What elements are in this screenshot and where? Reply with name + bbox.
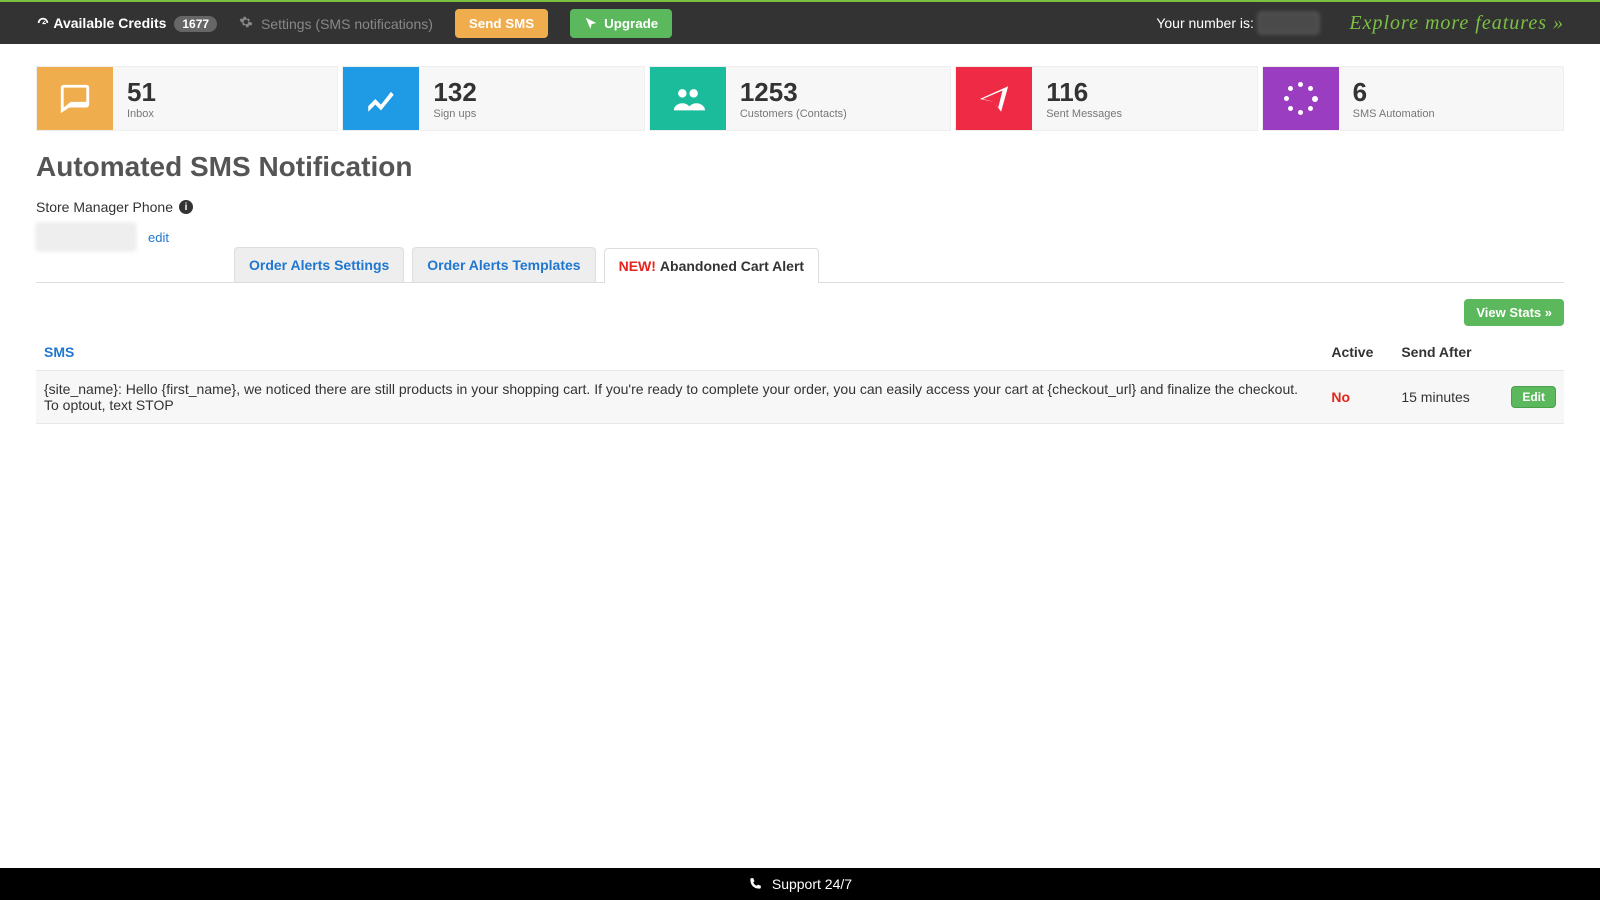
stat-card-automation[interactable]: 6 SMS Automation xyxy=(1262,66,1564,131)
topbar-left: Available Credits 1677 Settings (SMS not… xyxy=(36,9,672,38)
settings-label: Settings (SMS notifications) xyxy=(261,16,433,32)
stat-label: Customers (Contacts) xyxy=(740,108,847,120)
your-number: Your number is: ******** xyxy=(1156,12,1319,34)
tabs: Order Alerts Settings Order Alerts Templ… xyxy=(36,247,1564,283)
topbar-right: Your number is: ******** Explore more fe… xyxy=(1156,12,1564,35)
trend-icon xyxy=(343,67,419,130)
stat-label: SMS Automation xyxy=(1353,108,1435,120)
stat-value: 1253 xyxy=(740,77,847,108)
tab-abandoned-cart-alert[interactable]: NEW!Abandoned Cart Alert xyxy=(604,248,819,283)
phone-icon xyxy=(748,876,766,892)
upgrade-label: Upgrade xyxy=(604,16,658,31)
chat-icon xyxy=(37,67,113,130)
stat-label: Inbox xyxy=(127,108,156,120)
store-phone-value: ********** xyxy=(36,223,136,251)
main-content: 51 Inbox 132 Sign ups 1253 Customers (Co… xyxy=(0,44,1600,424)
stat-value: 116 xyxy=(1046,77,1122,108)
settings-link[interactable]: Settings (SMS notifications) xyxy=(239,15,433,32)
stat-value: 51 xyxy=(127,77,156,108)
stat-value: 132 xyxy=(433,77,476,108)
tab-order-alerts-settings[interactable]: Order Alerts Settings xyxy=(234,247,404,282)
stat-card-customers[interactable]: 1253 Customers (Contacts) xyxy=(649,66,951,131)
sms-text: {site_name}: Hello {first_name}, we noti… xyxy=(36,371,1323,424)
send-after: 15 minutes xyxy=(1393,371,1503,424)
users-icon xyxy=(650,67,726,130)
tab-order-alerts-templates[interactable]: Order Alerts Templates xyxy=(412,247,595,282)
dashboard-icon xyxy=(36,16,50,30)
support-link[interactable]: Support 24/7 xyxy=(772,876,852,892)
gear-icon xyxy=(239,16,257,32)
cursor-icon xyxy=(584,16,598,30)
your-number-value: ******** xyxy=(1258,12,1320,34)
info-icon[interactable]: i xyxy=(179,200,193,214)
send-icon xyxy=(956,67,1032,130)
table-row: {site_name}: Hello {first_name}, we noti… xyxy=(36,371,1564,424)
sms-table: SMS Active Send After {site_name}: Hello… xyxy=(36,334,1564,424)
topbar: Available Credits 1677 Settings (SMS not… xyxy=(0,0,1600,44)
th-sms[interactable]: SMS xyxy=(36,334,1323,371)
edit-row-button[interactable]: Edit xyxy=(1511,386,1556,408)
th-actions xyxy=(1503,334,1564,371)
th-active: Active xyxy=(1323,334,1393,371)
stat-label: Sent Messages xyxy=(1046,108,1122,120)
page-title: Automated SMS Notification xyxy=(36,151,1564,183)
send-sms-button[interactable]: Send SMS xyxy=(455,9,548,38)
spinner-icon xyxy=(1263,67,1339,130)
stat-value: 6 xyxy=(1353,77,1435,108)
available-credits[interactable]: Available Credits 1677 xyxy=(36,15,217,31)
upgrade-button[interactable]: Upgrade xyxy=(570,9,672,38)
store-phone-label: Store Manager Phone i xyxy=(36,199,1564,215)
active-status: No xyxy=(1323,371,1393,424)
footer: Support 24/7 xyxy=(0,868,1600,900)
credits-label: Available Credits xyxy=(53,15,166,31)
stat-card-sent[interactable]: 116 Sent Messages xyxy=(955,66,1257,131)
credits-badge: 1677 xyxy=(174,16,217,32)
view-stats-row: View Stats » xyxy=(36,299,1564,326)
stat-card-inbox[interactable]: 51 Inbox xyxy=(36,66,338,131)
new-badge: NEW! xyxy=(619,258,656,274)
explore-features-link[interactable]: Explore more features » xyxy=(1349,12,1564,35)
stat-label: Sign ups xyxy=(433,108,476,120)
edit-phone-link[interactable]: edit xyxy=(148,230,169,245)
your-number-label: Your number is: xyxy=(1156,15,1254,31)
view-stats-button[interactable]: View Stats » xyxy=(1464,299,1564,326)
th-send-after: Send After xyxy=(1393,334,1503,371)
stat-card-signups[interactable]: 132 Sign ups xyxy=(342,66,644,131)
stats-row: 51 Inbox 132 Sign ups 1253 Customers (Co… xyxy=(36,66,1564,131)
